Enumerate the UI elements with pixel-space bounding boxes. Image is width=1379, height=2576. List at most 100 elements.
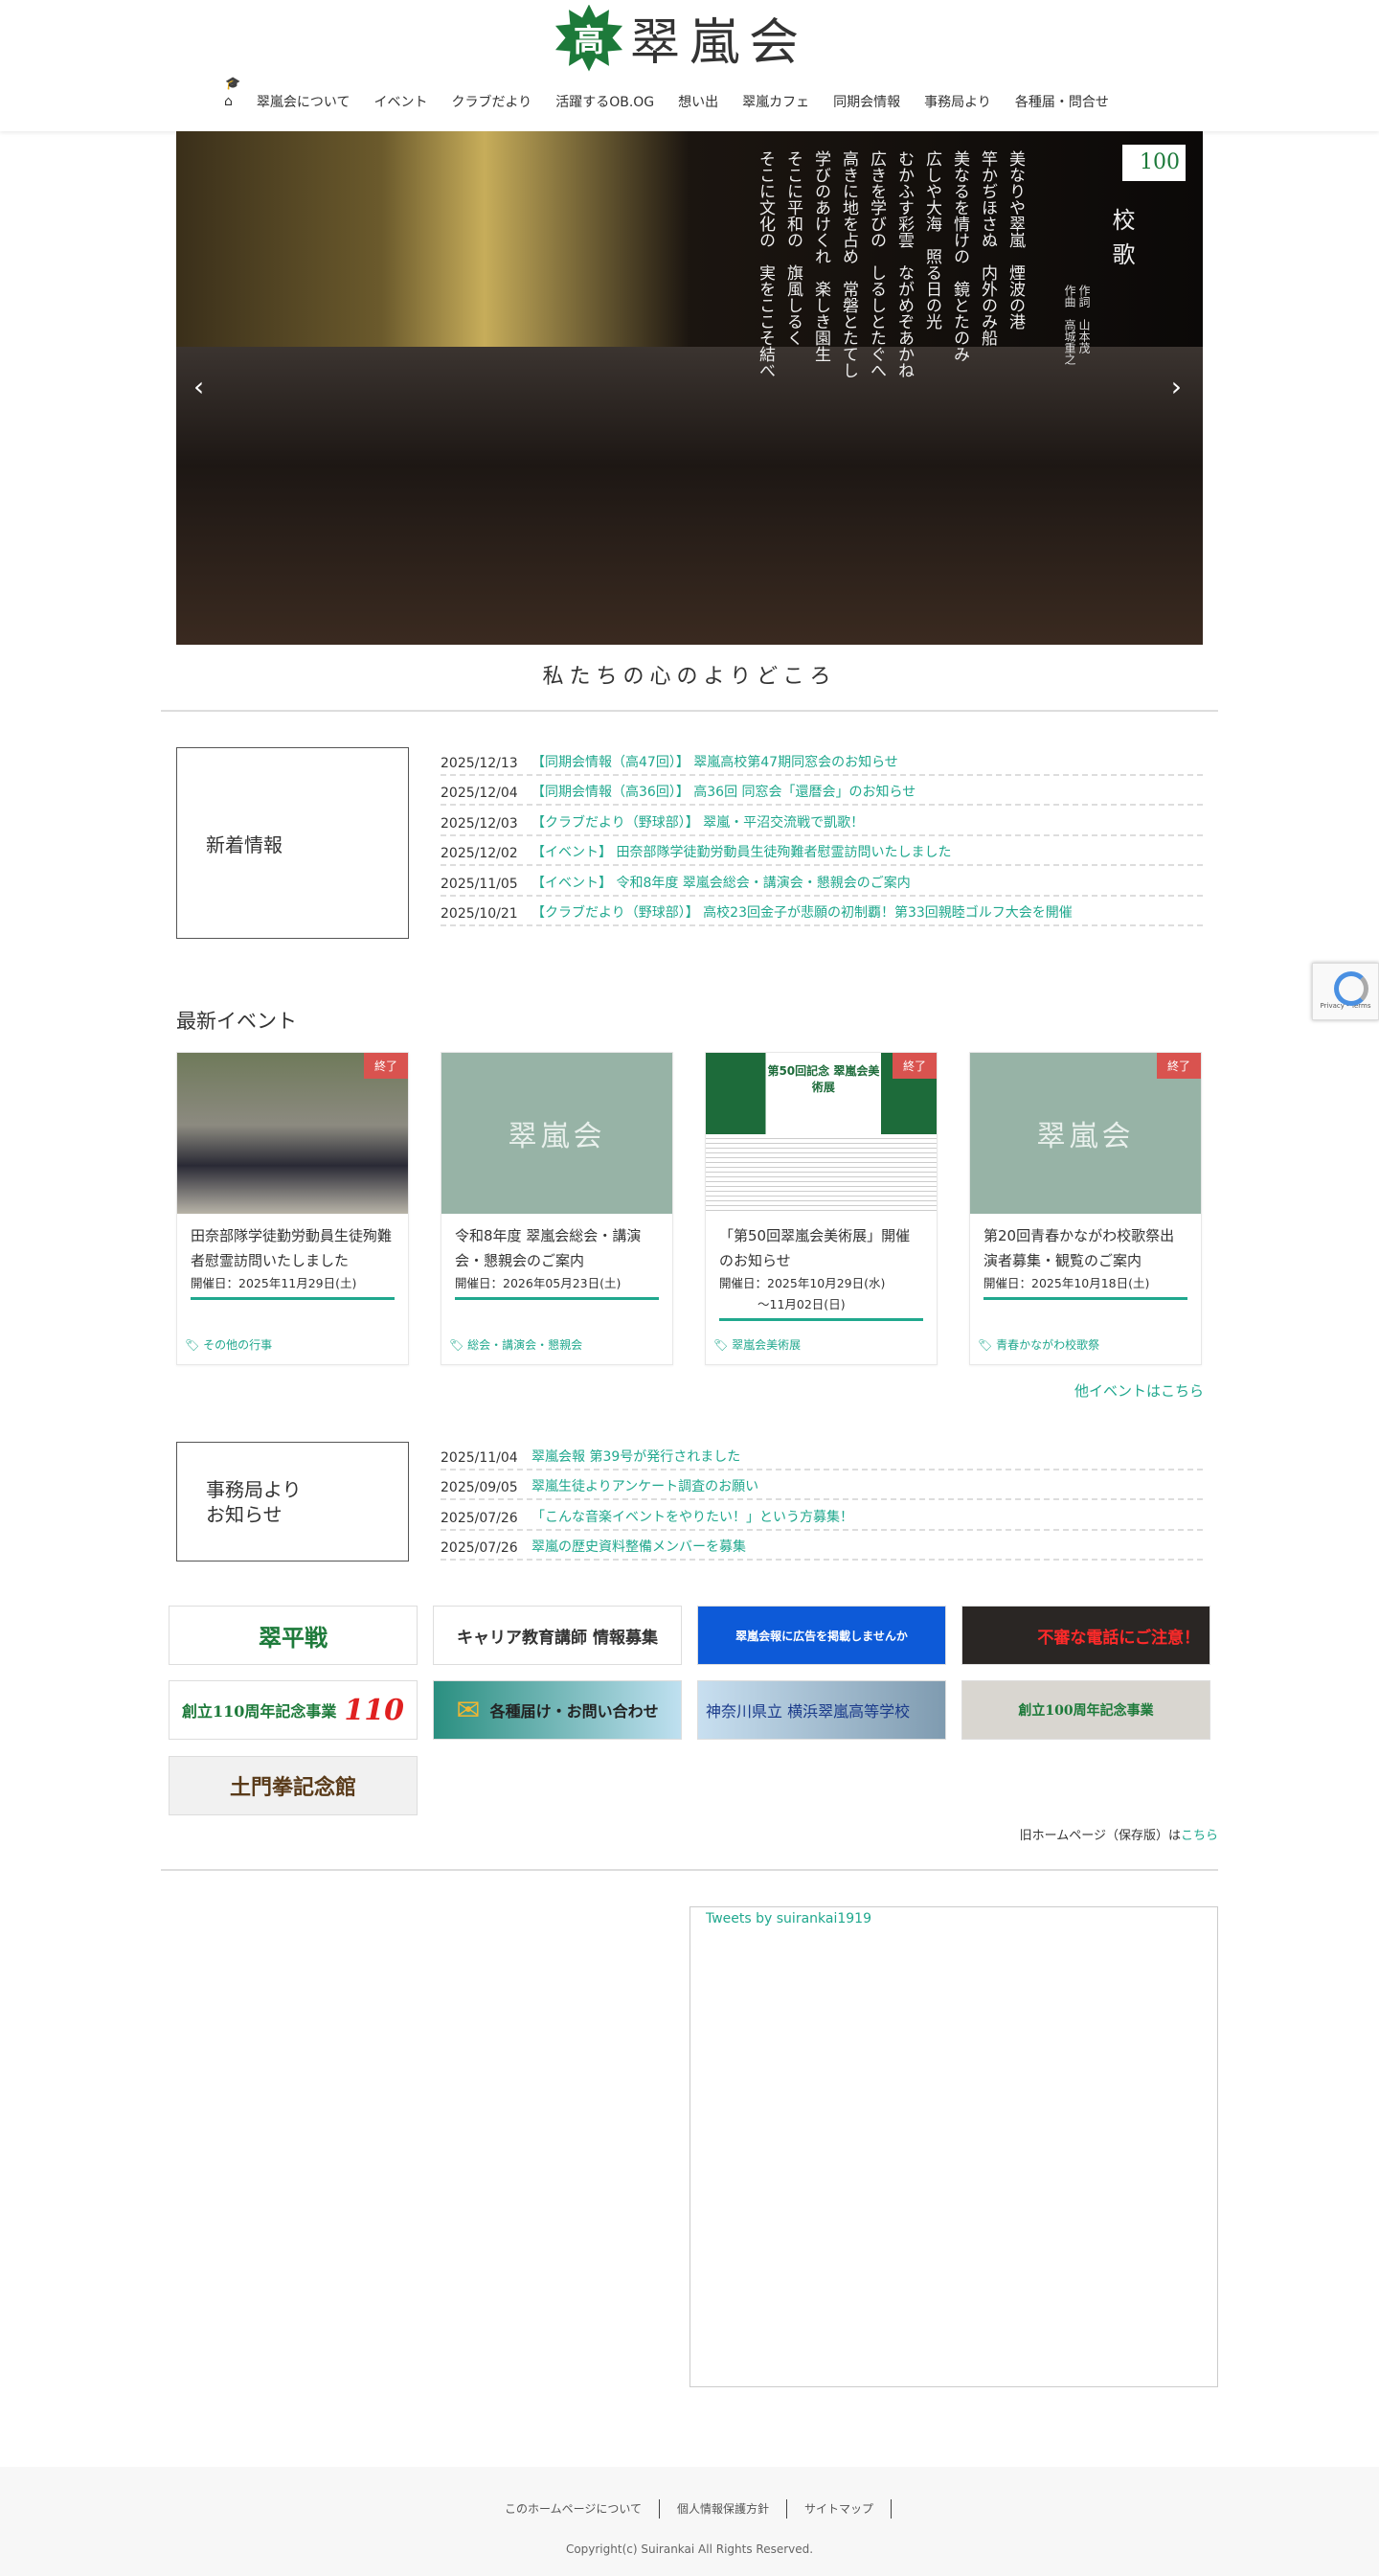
banner-label: 創立110周年記念事業 <box>181 1702 337 1721</box>
event-date: 開催日：2025年11月29日(土) <box>191 1273 395 1300</box>
banner-label: 翠平戦 <box>259 1623 328 1652</box>
nav-cafe[interactable]: 翠嵐カフェ <box>742 92 809 111</box>
home-icon[interactable]: ⌂ <box>224 94 233 109</box>
site-header: 高 翠嵐会 🎓 ⌂ 翠嵐会について イベント クラブだより 活躍するOB.OG … <box>0 0 1379 131</box>
twitter-link[interactable]: Tweets by suirankai1919 <box>706 1911 871 1926</box>
lyric-line: むかふす彩雲 ながめぞあかね <box>894 150 914 378</box>
divider <box>161 1869 1218 1871</box>
item-link[interactable]: 【クラブだより（野球部）】 翠嵐・平沼交流戦で凱歌！ <box>531 812 864 832</box>
tagline: 私たちの心のよりどころ <box>542 665 837 689</box>
credit-lyrics: 作詞 山本茂 <box>1077 285 1091 353</box>
banner-label: キャリア教育講師 情報募集 <box>457 1628 658 1648</box>
event-card[interactable]: 翠嵐会 令和8年度 翠嵐会総会・講演会・懇親会のご案内 開催日：2026年05月… <box>441 1052 673 1365</box>
banner-label: 翠嵐会報に広告を掲載しませんか <box>735 1629 908 1643</box>
event-card[interactable]: 翠嵐会 終了 第20回青春かながわ校歌祭出演者募集・観覧のご案内 開催日：2025… <box>969 1052 1202 1365</box>
banner-phone-warning[interactable]: 不審な電話にご注意！ <box>961 1606 1210 1665</box>
orchestra-photo <box>176 347 1203 645</box>
office-heading-line: 事務局より <box>206 1477 302 1501</box>
nav-contact[interactable]: 各種届・問合せ <box>1015 92 1109 111</box>
banner-label: 創立100周年記念事業 <box>1018 1703 1154 1719</box>
event-card[interactable]: 第50回記念 翠嵐会美術展 終了 「第50回翠嵐会美術展」開催のお知らせ 開催日：… <box>705 1052 938 1365</box>
lyric-line: そこに文化の 実をここそ結べ <box>756 150 775 378</box>
site-logo[interactable]: 高 翠嵐会 <box>555 2 808 74</box>
tag-icon: 🏷 <box>185 1338 200 1352</box>
nav-obog[interactable]: 活躍するOB.OG <box>555 92 654 111</box>
centennial-badge: 100 <box>1122 145 1186 181</box>
event-title[interactable]: 第20回青春かながわ校歌祭出演者募集・観覧のご案内 <box>970 1214 1201 1269</box>
twitter-timeline[interactable]: Tweets by suirankai1919 <box>690 1906 1218 2387</box>
item-link[interactable]: 【同期会情報（高36回）】 高36回 同窓会「還暦会」のお知らせ <box>531 782 916 801</box>
recaptcha-badge[interactable]: Privacy - Terms <box>1312 963 1379 1020</box>
banner-110th[interactable]: 創立110周年記念事業 110 <box>169 1680 418 1740</box>
item-date: 2025/09/05 <box>441 1480 518 1495</box>
old-site-link[interactable]: こちら <box>1181 1829 1218 1843</box>
event-tag[interactable]: 🏷 翠嵐会美術展 <box>713 1336 801 1353</box>
more-events-link[interactable]: 他イベントはこちら <box>1074 1380 1204 1401</box>
song-title: 校歌 <box>1108 208 1135 277</box>
tag-icon: 🏷 <box>713 1338 729 1352</box>
item-link[interactable]: 【イベント】 令和8年度 翠嵐会総会・講演会・懇親会のご案内 <box>531 873 911 892</box>
item-link[interactable]: 翠嵐生徒よりアンケート調査のお願い <box>531 1476 758 1495</box>
event-card[interactable]: 終了 田奈部隊学徒勤労動員生徒殉難者慰霊訪問いたしました 開催日：2025年11… <box>176 1052 409 1365</box>
event-tag[interactable]: 🏷 その他の行事 <box>185 1336 272 1353</box>
lyric-line: 美なりや翠嵐 煙波の港 <box>1006 150 1025 330</box>
event-tag[interactable]: 🏷 総会・講演会・懇親会 <box>449 1336 582 1353</box>
event-tag[interactable]: 🏷 青春かながわ校歌祭 <box>978 1336 1099 1353</box>
event-date-value: 2025年10月18日(土) <box>1031 1276 1150 1290</box>
footer-link-privacy[interactable]: 個人情報保護方針 <box>660 2499 788 2519</box>
event-title[interactable]: 令和8年度 翠嵐会総会・講演会・懇親会のご案内 <box>441 1214 672 1269</box>
footer-link-about[interactable]: このホームページについて <box>487 2499 660 2519</box>
old-site-text: 旧ホームページ（保存版）は <box>1019 1829 1181 1843</box>
item-link[interactable]: 【同期会情報（高47回）】 翠嵐高校第47期同窓会のお知らせ <box>531 752 898 771</box>
tag-icon: 🏷 <box>449 1338 464 1352</box>
nav-office[interactable]: 事務局より <box>924 92 991 111</box>
list-item[interactable]: 2025/12/02 【イベント】 田奈部隊学徒勤労動員生徒殉難者慰霊訪問いたしま… <box>441 836 1203 866</box>
list-item[interactable]: 2025/10/21 【クラブだより（野球部）】 高校23回金子が悲願の初制覇！第… <box>441 897 1203 926</box>
nav-about[interactable]: 翠嵐会について <box>257 92 350 111</box>
news-heading: 新着情報 <box>206 832 283 856</box>
nav-clubs[interactable]: クラブだより <box>451 92 531 111</box>
banner-school[interactable]: 神奈川県立 横浜翠嵐高等学校 <box>697 1680 946 1740</box>
item-link[interactable]: 翠嵐の歴史資料整備メンバーを募集 <box>531 1537 746 1556</box>
banner-contact[interactable]: ✉ 各種届け・お問い合わせ <box>433 1680 682 1740</box>
item-date: 2025/11/04 <box>441 1449 518 1466</box>
banner-label: 不審な電話にご注意！ <box>1037 1628 1200 1648</box>
credit-music: 作曲 高城重之 <box>1063 285 1076 365</box>
banner-domon-museum[interactable]: 土門拳記念館 <box>169 1756 418 1815</box>
banner-100th[interactable]: 創立100周年記念事業 <box>961 1680 1210 1740</box>
list-item[interactable]: 2025/12/13 【同期会情報（高47回）】 翠嵐高校第47期同窓会のお知らせ <box>441 745 1203 776</box>
nav-memories[interactable]: 想い出 <box>678 92 718 111</box>
news-heading-box: 新着情報 <box>176 747 409 939</box>
list-item[interactable]: 2025/11/05 【イベント】 令和8年度 翠嵐会総会・講演会・懇親会のご案内 <box>441 866 1203 897</box>
list-item[interactable]: 2025/11/04 翠嵐会報 第39号が発行されました <box>441 1440 1203 1470</box>
recaptcha-terms[interactable]: Privacy - Terms <box>1321 1002 1371 1010</box>
item-link[interactable]: 「こんな音楽イベントをやりたい！」という方募集！ <box>531 1507 853 1526</box>
nav-events[interactable]: イベント <box>373 92 427 111</box>
event-title[interactable]: 田奈部隊学徒勤労動員生徒殉難者慰霊訪問いたしました <box>177 1214 408 1269</box>
banner-career[interactable]: キャリア教育講師 情報募集 <box>433 1606 682 1665</box>
list-item[interactable]: 2025/07/26 翠嵐の歴史資料整備メンバーを募集 <box>441 1531 1203 1561</box>
item-link[interactable]: 【イベント】 田奈部隊学徒勤労動員生徒殉難者慰霊訪問いたしました <box>531 842 951 861</box>
hero-slider[interactable]: 美なりや翠嵐 煙波の港 竿かぢほさぬ 内外のみ船 美なるを情けの 鏡とたのみ 広… <box>176 131 1203 645</box>
prev-slide-icon[interactable]: ‹ <box>193 371 204 402</box>
placeholder-text: 翠嵐会 <box>508 1120 606 1153</box>
list-item[interactable]: 2025/09/05 翠嵐生徒よりアンケート調査のお願い <box>441 1470 1203 1500</box>
banner-ad[interactable]: 翠嵐会報に広告を掲載しませんか <box>697 1606 946 1665</box>
banner-suiheisen[interactable]: 翠平戦 <box>169 1606 418 1665</box>
school-emblem-icon: 高 <box>555 4 622 72</box>
envelope-icon: ✉ <box>456 1693 481 1727</box>
next-slide-icon[interactable]: › <box>1171 371 1182 402</box>
event-title[interactable]: 「第50回翠嵐会美術展」開催のお知らせ <box>706 1214 937 1269</box>
item-link[interactable]: 【クラブだより（野球部）】 高校23回金子が悲願の初制覇！第33回親睦ゴルフ大会… <box>531 902 1073 922</box>
footer-link-sitemap[interactable]: サイトマップ <box>787 2499 893 2519</box>
lyric-line: 学びのあけくれ 楽しき園生 <box>811 150 830 362</box>
placeholder-logo: 翠嵐会 <box>441 1053 672 1214</box>
poster-title: 第50回記念 翠嵐会美術展 <box>767 1064 880 1094</box>
list-item[interactable]: 2025/12/04 【同期会情報（高36回）】 高36回 同窓会「還暦会」のお知… <box>441 776 1203 806</box>
ended-badge: 終了 <box>363 1053 408 1079</box>
item-link[interactable]: 翠嵐会報 第39号が発行されました <box>531 1447 740 1466</box>
list-item[interactable]: 2025/12/03 【クラブだより（野球部）】 翠嵐・平沼交流戦で凱歌！ <box>441 806 1203 836</box>
event-date: 開催日：2026年05月23日(土) <box>455 1273 659 1300</box>
nav-classmates[interactable]: 同期会情報 <box>833 92 900 111</box>
list-item[interactable]: 2025/07/26 「こんな音楽イベントをやりたい！」という方募集！ <box>441 1500 1203 1531</box>
